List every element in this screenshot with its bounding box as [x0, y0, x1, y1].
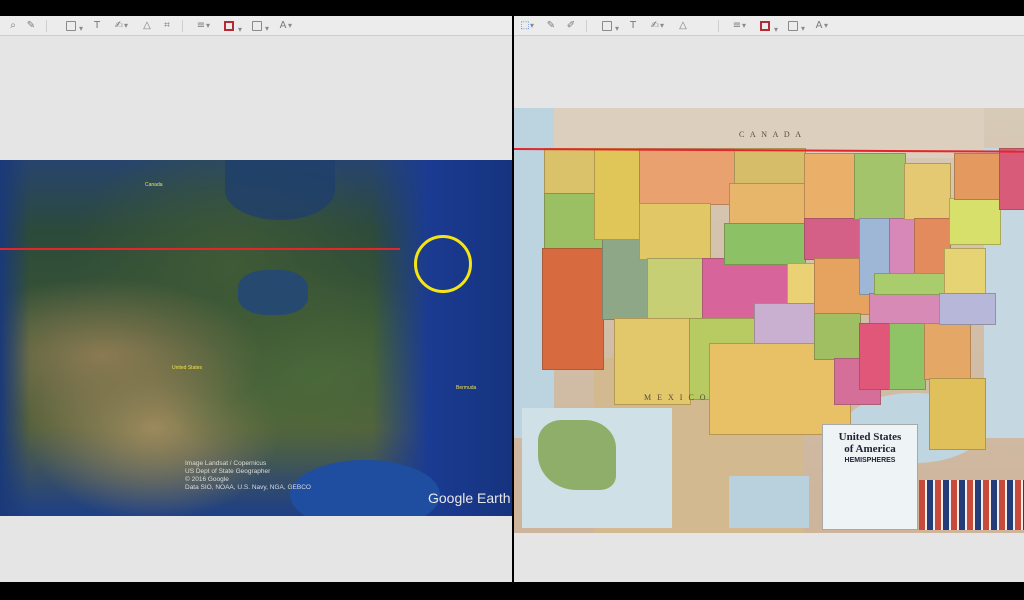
state-mississippi — [859, 323, 891, 390]
map-title-line-1: United States — [838, 431, 902, 443]
crop-icon[interactable]: ⌗ — [160, 19, 174, 32]
text-icon[interactable]: T — [90, 19, 104, 32]
earth-label-united-states: United States — [172, 365, 203, 371]
map-title-line-2: of America — [844, 443, 896, 455]
signature-icon[interactable]: ✍ — [648, 19, 664, 32]
state-pennsylvania — [949, 198, 1001, 245]
great-lakes — [238, 270, 308, 315]
map-alaska-land — [538, 420, 616, 490]
map-hawaii-inset — [729, 476, 809, 528]
sketch-icon[interactable]: ✐ — [564, 19, 578, 32]
right-markup-toolbar: ⬚ ✎ ✐ T ✍ △ ≡ A — [514, 16, 1024, 36]
toolbar-separator — [718, 20, 719, 32]
left-document-canvas: Canada United States Bermuda Image Lands… — [0, 36, 512, 582]
map-publisher: HEMISPHERES — [844, 457, 896, 464]
toolbar-separator — [586, 20, 587, 32]
us-wall-map-photo: C A N A D A M E X I C O United States of… — [514, 108, 1024, 533]
fill-color-icon[interactable] — [252, 21, 269, 35]
credit-line: © 2016 Google — [185, 476, 229, 483]
right-document-canvas: C A N A D A M E X I C O United States of… — [514, 36, 1024, 582]
credit-line: Data SIO, NOAA, U.S. Navy, NGA, GEBCO — [185, 484, 311, 491]
border-color-icon[interactable] — [760, 21, 778, 36]
state-wyoming — [639, 203, 711, 260]
fill-color-icon[interactable] — [788, 21, 805, 35]
state-tennessee — [869, 293, 941, 325]
map-label-canada: C A N A D A — [739, 130, 804, 139]
font-icon[interactable]: A — [812, 19, 828, 32]
border-style-icon[interactable]: ≡ — [730, 19, 746, 32]
toolbar-separator — [46, 20, 47, 32]
zoom-icon[interactable]: ⌕ — [6, 19, 20, 32]
google-earth-watermark: Google Earth — [428, 490, 511, 506]
shapes-icon[interactable] — [602, 21, 619, 35]
state-north-dakota — [734, 148, 806, 185]
state-montana — [639, 148, 736, 205]
left-markup-toolbar: ⌕ ✎ T ✍ △ ⌗ ≡ A — [0, 16, 512, 36]
state-idaho — [594, 148, 641, 240]
state-north-carolina — [939, 293, 996, 325]
adjust-color-icon[interactable]: △ — [140, 19, 154, 32]
hudson-bay — [225, 160, 335, 220]
state-kentucky — [874, 273, 946, 295]
state-arkansas — [814, 313, 861, 360]
earth-label-canada: Canada — [145, 182, 163, 188]
state-virginia — [944, 248, 986, 295]
select-icon[interactable]: ⬚ — [518, 19, 534, 32]
toolbar-separator — [182, 20, 183, 32]
earth-label-bermuda: Bermuda — [456, 385, 477, 391]
state-iowa — [804, 218, 861, 260]
state-michigan — [904, 163, 951, 220]
state-alabama — [889, 323, 926, 390]
pen-icon[interactable]: ✎ — [24, 19, 38, 32]
pen-icon[interactable]: ✎ — [544, 19, 558, 32]
state-south-dakota — [729, 183, 806, 225]
border-style-icon[interactable]: ≡ — [194, 19, 210, 32]
shapes-icon[interactable] — [66, 21, 83, 35]
state-arizona — [614, 318, 691, 405]
credit-line: Image Landsat / Copernicus — [185, 460, 267, 467]
image-credits: Image Landsat / Copernicus US Dept of St… — [185, 460, 311, 492]
highlight-circle — [414, 235, 472, 293]
state-california — [542, 248, 604, 370]
left-preview-window: ⌕ ✎ T ✍ △ ⌗ ≡ A Canada United States Ber… — [0, 16, 512, 582]
state-new-england — [999, 148, 1024, 210]
credit-line: US Dept of State Geographer — [185, 468, 271, 475]
text-icon[interactable]: T — [626, 19, 640, 32]
border-color-icon[interactable] — [224, 21, 242, 36]
map-state-flags — [919, 480, 1024, 530]
google-earth-image: Canada United States Bermuda Image Lands… — [0, 160, 512, 516]
map-label-mexico: M E X I C O — [644, 393, 708, 402]
map-title-panel: United States of America HEMISPHERES — [822, 424, 918, 530]
pacific-ocean — [0, 160, 30, 516]
state-washington — [544, 148, 596, 195]
state-nebraska — [724, 223, 806, 265]
adjust-color-icon[interactable]: △ — [676, 19, 690, 32]
state-new-york — [954, 153, 1001, 200]
signature-icon[interactable]: ✍ — [112, 19, 128, 32]
right-preview-window: ⬚ ✎ ✐ T ✍ △ ≡ A — [514, 16, 1024, 582]
reference-line — [0, 248, 400, 250]
state-wisconsin — [854, 153, 906, 220]
state-florida — [929, 378, 986, 450]
state-minnesota — [804, 153, 856, 220]
font-icon[interactable]: A — [276, 19, 292, 32]
state-georgia — [924, 323, 971, 380]
